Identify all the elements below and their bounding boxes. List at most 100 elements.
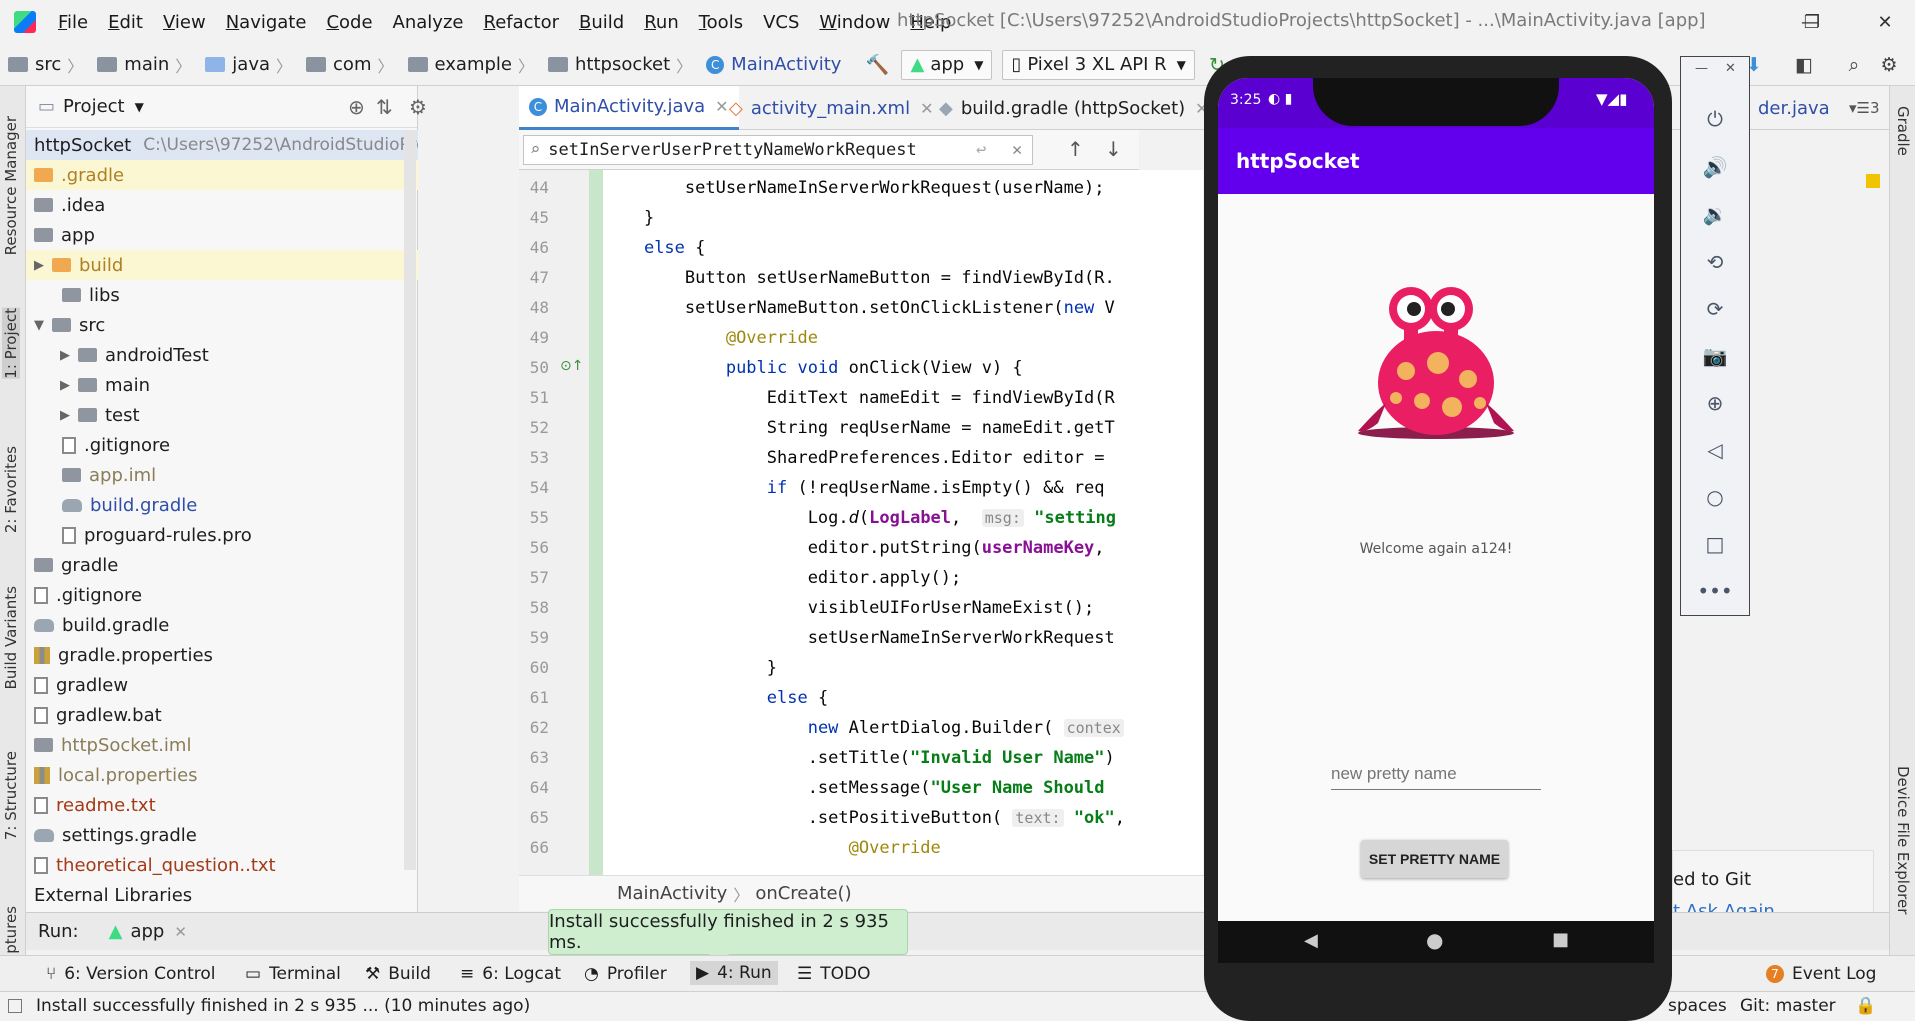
tab-mainactivity[interactable]: C MainActivity.java ✕: [519, 86, 739, 130]
close-icon[interactable]: ✕: [920, 99, 933, 118]
tool-tab-structure[interactable]: 7: Structure: [2, 751, 20, 840]
project-structure-icon[interactable]: ◧: [1790, 51, 1818, 79]
device-select[interactable]: ▯ Pixel 3 XL API R ▼: [1002, 49, 1195, 80]
chevron-right-icon[interactable]: ▶: [60, 378, 78, 393]
emulator-close-icon[interactable]: ✕: [1725, 61, 1736, 76]
tool-event-log[interactable]: 7 Event Log: [1766, 964, 1876, 984]
tree-item-gitignore[interactable]: .gitignore: [26, 580, 418, 610]
project-scrollbar[interactable]: [404, 130, 416, 870]
tree-item-gradle-properties[interactable]: gradle.properties: [26, 640, 418, 670]
breadcrumb-main[interactable]: main: [89, 54, 169, 75]
new-line-icon[interactable]: ↩: [976, 140, 986, 160]
find-input[interactable]: ⌕ setInServerUserPrettyNameWorkRequest ↩…: [523, 135, 1033, 165]
tool-tab-resource-manager[interactable]: Resource Manager: [2, 116, 20, 255]
tool-tab-favorites[interactable]: 2: Favorites: [2, 446, 20, 533]
breadcrumb-com[interactable]: com: [298, 54, 371, 75]
tree-item-idea[interactable]: .idea: [26, 190, 418, 220]
menu-analyze[interactable]: Analyze: [383, 12, 474, 33]
settings-icon[interactable]: ⚙: [1875, 51, 1903, 79]
menu-vcs[interactable]: VCS: [753, 12, 809, 33]
breadcrumb-java[interactable]: java: [197, 54, 270, 75]
tree-item-app-build-gradle[interactable]: build.gradle: [26, 490, 418, 520]
chevron-right-icon[interactable]: ▶: [60, 348, 78, 363]
toggle-tool-windows-icon[interactable]: [8, 999, 22, 1013]
collapse-all-icon[interactable]: ⇅: [376, 95, 393, 119]
tree-item-app-iml[interactable]: app.iml: [26, 460, 418, 490]
tree-item-gradle[interactable]: gradle: [26, 550, 418, 580]
editor-crumb-class[interactable]: MainActivity: [617, 883, 727, 904]
search-everywhere-icon[interactable]: ⌕: [1840, 51, 1868, 79]
tree-item-androidtest[interactable]: ▶ androidTest: [26, 340, 418, 370]
volume-up-icon[interactable]: 🔊: [1699, 151, 1731, 183]
tree-item-httpsocket-iml[interactable]: httpSocket.iml: [26, 730, 418, 760]
tree-root-httpsocket[interactable]: httpSocketC:\Users\97252\AndroidStudioPr…: [26, 130, 418, 160]
menu-refactor[interactable]: Refactor: [473, 12, 569, 33]
tree-item-external-libraries[interactable]: External Libraries: [26, 880, 418, 910]
menu-window[interactable]: Window: [809, 12, 900, 33]
tree-item-libs[interactable]: libs: [26, 280, 418, 310]
git-branch-status[interactable]: Git: master: [1740, 996, 1836, 1016]
chevron-down-icon[interactable]: ▼: [34, 318, 52, 333]
tree-item-theoretical-question[interactable]: theoretical_question..txt: [26, 850, 418, 880]
tree-item-gradlew-bat[interactable]: gradlew.bat: [26, 700, 418, 730]
locate-icon[interactable]: ⊕: [348, 95, 365, 119]
project-view-select[interactable]: Project: [63, 96, 125, 117]
tool-tab-project[interactable]: 1: Project: [2, 308, 20, 379]
menu-tools[interactable]: Tools: [689, 12, 753, 33]
tree-item-gitignore-app[interactable]: .gitignore: [26, 430, 418, 460]
back-icon[interactable]: ◁: [1699, 434, 1731, 466]
tool-logcat[interactable]: ≡ 6: Logcat: [460, 964, 561, 984]
nav-home-icon[interactable]: ●: [1426, 928, 1443, 952]
menu-build[interactable]: Build: [569, 12, 634, 33]
menu-file[interactable]: File: [48, 12, 98, 33]
tool-version-control[interactable]: ⑂ 6: Version Control: [46, 964, 216, 984]
set-pretty-name-button[interactable]: SET PRETTY NAME: [1361, 840, 1508, 878]
camera-icon[interactable]: 📷: [1699, 340, 1731, 372]
editor-crumb-method[interactable]: onCreate(): [755, 883, 851, 904]
nav-back-icon[interactable]: ◀: [1304, 930, 1318, 951]
close-window-button[interactable]: ✕: [1860, 4, 1910, 40]
volume-down-icon[interactable]: 🔉: [1699, 198, 1731, 230]
tool-tab-gradle[interactable]: Gradle: [1894, 106, 1912, 156]
tool-tab-device-file-explorer[interactable]: Device File Explorer: [1894, 766, 1912, 914]
tab-builder-java[interactable]: der.java: [1758, 86, 1830, 130]
tree-item-local-properties[interactable]: local.properties: [26, 760, 418, 790]
tree-item-app[interactable]: app: [26, 220, 418, 250]
rotate-right-icon[interactable]: ⟳: [1699, 293, 1731, 325]
breadcrumb-httpsocket[interactable]: httpsocket: [540, 54, 670, 75]
warning-marker[interactable]: [1866, 174, 1880, 188]
nav-overview-icon[interactable]: ■: [1552, 929, 1569, 950]
hammer-build-icon[interactable]: 🔨: [863, 51, 891, 79]
indent-status[interactable]: spaces: [1668, 996, 1727, 1016]
tree-item-proguard[interactable]: proguard-rules.pro: [26, 520, 418, 550]
run-tab-app[interactable]: app: [130, 921, 164, 942]
close-icon[interactable]: ✕: [174, 923, 187, 941]
tab-activity-main[interactable]: ◇ activity_main.xml ✕: [729, 86, 933, 130]
menu-edit[interactable]: Edit: [98, 12, 153, 33]
tree-item-src[interactable]: ▼ src: [26, 310, 418, 340]
tree-item-main[interactable]: ▶ main: [26, 370, 418, 400]
override-gutter-icon[interactable]: ⊙↑: [560, 358, 583, 374]
chevron-right-icon[interactable]: ▶: [60, 408, 78, 423]
pretty-name-input[interactable]: [1331, 758, 1541, 790]
tool-tab-build-variants[interactable]: Build Variants: [2, 586, 20, 689]
tree-item-readme[interactable]: readme.txt: [26, 790, 418, 820]
breadcrumb-src[interactable]: src: [0, 54, 61, 75]
tree-item-build[interactable]: ▶ build: [26, 250, 418, 280]
tree-item-test[interactable]: ▶ test: [26, 400, 418, 430]
menu-view[interactable]: View: [153, 12, 216, 33]
lock-icon[interactable]: 🔒: [1855, 996, 1876, 1016]
more-icon[interactable]: •••: [1697, 575, 1732, 607]
breadcrumb-example[interactable]: example: [400, 54, 512, 75]
tree-item-build-gradle[interactable]: build.gradle: [26, 610, 418, 640]
chevron-down-icon[interactable]: ▼: [135, 100, 144, 114]
gear-icon[interactable]: ⚙: [409, 95, 427, 119]
chevron-right-icon[interactable]: ▶: [34, 258, 52, 273]
zoom-icon[interactable]: ⊕: [1699, 387, 1731, 419]
previous-occurrence-icon[interactable]: ↑: [1067, 137, 1084, 161]
power-icon[interactable]: ⏻: [1699, 103, 1731, 135]
menu-navigate[interactable]: Navigate: [216, 12, 317, 33]
run-config-select[interactable]: ▲ app ▼: [901, 49, 993, 80]
breadcrumb-mainactivity[interactable]: C MainActivity: [698, 54, 841, 75]
tool-terminal[interactable]: ▭ Terminal: [245, 964, 341, 984]
